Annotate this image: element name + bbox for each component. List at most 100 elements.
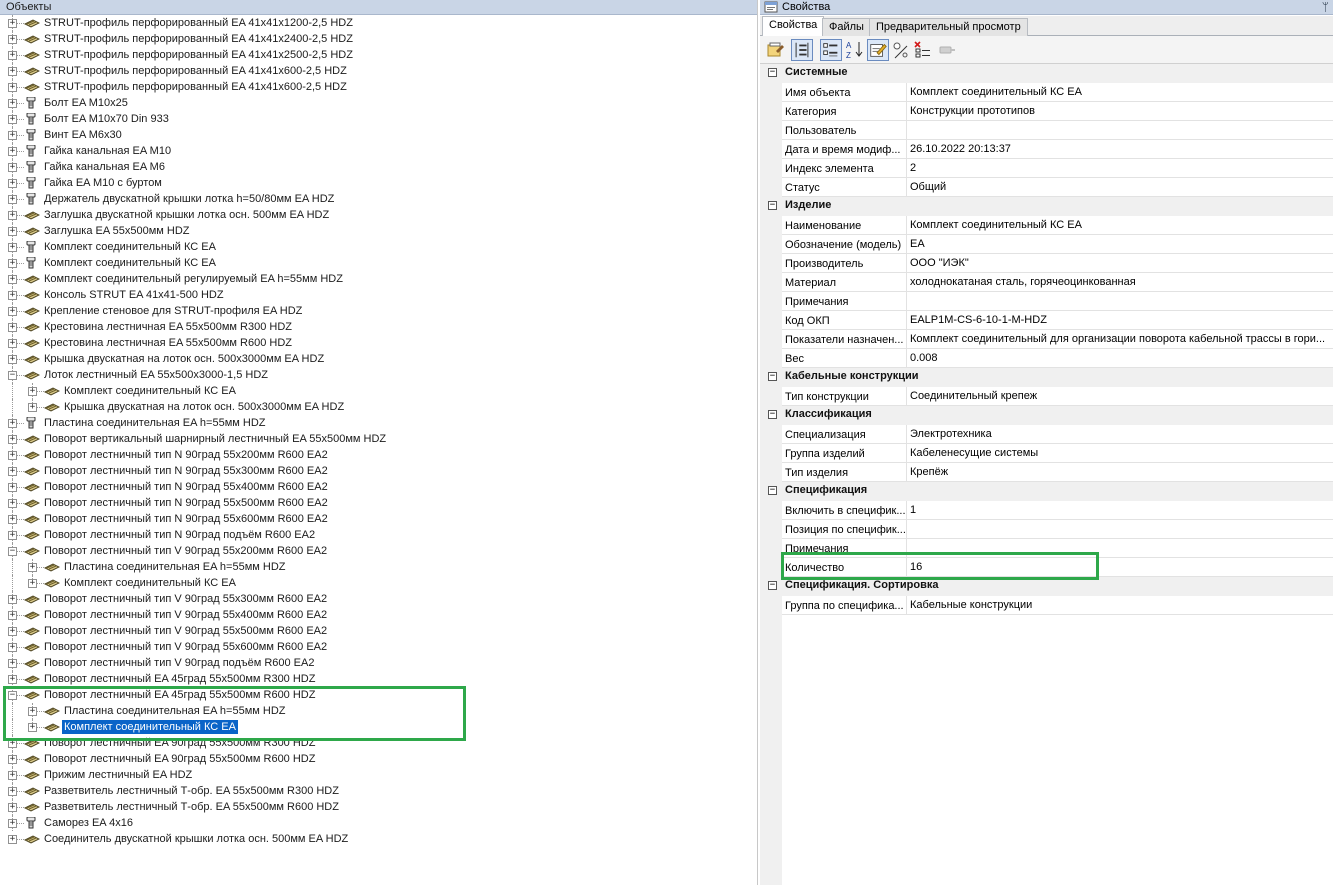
- expand-icon[interactable]: +: [8, 419, 17, 428]
- expand-icon[interactable]: +: [8, 323, 17, 332]
- property-row[interactable]: Примечания: [782, 539, 1333, 558]
- expand-icon[interactable]: +: [8, 19, 17, 28]
- tab-preview[interactable]: Предварительный просмотр: [869, 18, 1028, 36]
- tree-item-label[interactable]: Саморез EA 4x16: [42, 815, 135, 831]
- collapse-icon[interactable]: −: [768, 486, 777, 495]
- tree-item[interactable]: + Саморез EA 4x16: [0, 815, 757, 831]
- property-row[interactable]: Группа по специфика... Кабельные конструк…: [782, 596, 1333, 615]
- property-category[interactable]: − Кабельные конструкции: [760, 368, 1333, 387]
- property-value[interactable]: ООО "ИЭК": [910, 254, 1333, 273]
- property-row[interactable]: Категория Конструкции прототипов: [782, 102, 1333, 121]
- tree-item-label[interactable]: Поворот лестничный тип V 90град 55x200мм…: [42, 543, 329, 559]
- add-property-icon[interactable]: [890, 39, 912, 61]
- tree-item-label[interactable]: STRUT-профиль перфорированный EA 41x41x6…: [42, 63, 349, 79]
- property-value[interactable]: Конструкции прототипов: [910, 102, 1333, 121]
- tree-item-label[interactable]: Лоток лестничный EA 55x500x3000-1,5 HDZ: [42, 367, 270, 383]
- tree-item[interactable]: + Разветвитель лестничный Т-обр. EA 55x50…: [0, 783, 757, 799]
- tree-item[interactable]: + Крышка двускатная на лоток осн. 500x300…: [0, 351, 757, 367]
- property-row[interactable]: Показатели назначен... Комплект соедините…: [782, 330, 1333, 349]
- tree-item[interactable]: + Поворот лестничный тип V 90град 55x400м…: [0, 607, 757, 623]
- sort-by-column-icon[interactable]: [791, 39, 813, 61]
- tree-item-label[interactable]: Поворот вертикальный шарнирный лестничны…: [42, 431, 388, 447]
- expand-icon[interactable]: +: [8, 211, 17, 220]
- property-value[interactable]: Комплект соединительный КС EA: [910, 216, 1333, 235]
- expand-icon[interactable]: +: [8, 275, 17, 284]
- tree-item[interactable]: + Пластина соединительная EA h=55мм HDZ: [0, 415, 757, 431]
- tree-item[interactable]: + Поворот лестничный тип N 90град 55x300м…: [0, 463, 757, 479]
- property-value[interactable]: Кабельные конструкции: [910, 596, 1333, 615]
- expand-icon[interactable]: +: [8, 451, 17, 460]
- property-category[interactable]: − Системные: [760, 64, 1333, 83]
- tree-item-label[interactable]: Болт EA M10x25: [42, 95, 130, 111]
- property-row[interactable]: Специализация Электротехника: [782, 425, 1333, 444]
- tree-item[interactable]: + Винт EA M6x30: [0, 127, 757, 143]
- tree-item-label[interactable]: Разветвитель лестничный Т-обр. EA 55x500…: [42, 799, 341, 815]
- tree-item-label[interactable]: Поворот лестничный тип N 90град 55x200мм…: [42, 447, 330, 463]
- tree-item[interactable]: + Разветвитель лестничный Т-обр. EA 55x50…: [0, 799, 757, 815]
- property-row[interactable]: Обозначение (модель) EA: [782, 235, 1333, 254]
- tree-item-label[interactable]: Поворот лестничный тип N 90град 55x300мм…: [42, 463, 330, 479]
- tree-item[interactable]: + Прижим лестничный EA HDZ: [0, 767, 757, 783]
- tree-item-label[interactable]: Крышка двускатная на лоток осн. 500x3000…: [62, 399, 346, 415]
- expand-icon[interactable]: +: [8, 659, 17, 668]
- tree-item[interactable]: + Крестовина лестничная EA 55x500мм R300 …: [0, 319, 757, 335]
- property-value[interactable]: EA: [910, 235, 1333, 254]
- property-value[interactable]: 26.10.2022 20:13:37: [910, 140, 1333, 159]
- tree-item[interactable]: + Поворот лестничный тип N 90град 55x200м…: [0, 447, 757, 463]
- tree-item[interactable]: + Комплект соединительный регулируемый EA…: [0, 271, 757, 287]
- property-value[interactable]: 0.008: [910, 349, 1333, 368]
- expand-icon[interactable]: +: [8, 243, 17, 252]
- tree-item-label[interactable]: Поворот лестничный тип N 90град подъём R…: [42, 527, 317, 543]
- tree-item-label[interactable]: Поворот лестничный тип N 90град 55x400мм…: [42, 479, 330, 495]
- tree-child-item[interactable]: + Комплект соединительный КС EA: [0, 383, 757, 399]
- expand-icon[interactable]: +: [28, 403, 37, 412]
- tree-item-label[interactable]: Поворот лестничный тип V 90град 55x500мм…: [42, 623, 329, 639]
- expand-icon[interactable]: +: [8, 755, 17, 764]
- expand-icon[interactable]: +: [8, 35, 17, 44]
- expand-icon[interactable]: +: [8, 227, 17, 236]
- tree-item-label[interactable]: Поворот лестничный тип N 90град 55x600мм…: [42, 511, 330, 527]
- tree-item-label[interactable]: Винт EA M6x30: [42, 127, 124, 143]
- property-row[interactable]: Производитель ООО "ИЭК": [782, 254, 1333, 273]
- expand-icon[interactable]: +: [8, 819, 17, 828]
- tree-item[interactable]: + STRUT-профиль перфорированный EA 41x41x…: [0, 63, 757, 79]
- tree-item[interactable]: − Поворот лестничный тип V 90град 55x200м…: [0, 543, 757, 559]
- tree-item-label[interactable]: Комплект соединительный регулируемый EA …: [42, 271, 345, 287]
- property-value[interactable]: Общий: [910, 178, 1333, 197]
- property-row[interactable]: Количество 16: [782, 558, 1333, 577]
- expand-icon[interactable]: +: [28, 563, 37, 572]
- tree-child-item[interactable]: + Пластина соединительная EA h=55мм HDZ: [0, 559, 757, 575]
- tree-item[interactable]: + Заглушка двускатной крышки лотка осн. 5…: [0, 207, 757, 223]
- property-value[interactable]: Комплект соединительный для организации …: [910, 330, 1333, 349]
- property-category[interactable]: − Спецификация: [760, 482, 1333, 501]
- property-value[interactable]: Крепёж: [910, 463, 1333, 482]
- tree-item[interactable]: − Лоток лестничный EA 55x500x3000-1,5 HDZ: [0, 367, 757, 383]
- property-value[interactable]: холоднокатаная сталь, горячеоцинкованная: [910, 273, 1333, 292]
- tree-item-label[interactable]: Комплект соединительный КС EA: [62, 720, 238, 734]
- alphabetical-sort-icon[interactable]: A Z: [844, 39, 866, 61]
- property-row[interactable]: Индекс элемента 2: [782, 159, 1333, 178]
- property-row[interactable]: Статус Общий: [782, 178, 1333, 197]
- properties-page-icon[interactable]: [764, 39, 786, 61]
- expand-icon[interactable]: +: [8, 515, 17, 524]
- edit-icon[interactable]: [867, 39, 889, 61]
- property-row[interactable]: Вес 0.008: [782, 349, 1333, 368]
- tree-item[interactable]: + Комплект соединительный КС EA: [0, 255, 757, 271]
- tree-item-label[interactable]: Поворот лестничный тип V 90град 55x300мм…: [42, 591, 329, 607]
- tree-item[interactable]: + Поворот вертикальный шарнирный лестничн…: [0, 431, 757, 447]
- expand-icon[interactable]: +: [8, 499, 17, 508]
- tree-item-label[interactable]: Поворот лестничный EA 45град 55x500мм R3…: [42, 671, 317, 687]
- property-row[interactable]: Тип изделия Крепёж: [782, 463, 1333, 482]
- property-value[interactable]: [910, 292, 1333, 311]
- expand-icon[interactable]: +: [8, 259, 17, 268]
- tree-item-label[interactable]: Пластина соединительная EA h=55мм HDZ: [62, 703, 287, 719]
- tree-item[interactable]: + Комплект соединительный КС EA: [0, 239, 757, 255]
- property-row[interactable]: Примечания: [782, 292, 1333, 311]
- tree-item[interactable]: + Поворот лестничный тип V 90град 55x500м…: [0, 623, 757, 639]
- expand-icon[interactable]: +: [8, 483, 17, 492]
- tree-item-label[interactable]: Поворот лестничный тип V 90град 55x400мм…: [42, 607, 329, 623]
- tree-item-label[interactable]: Разветвитель лестничный Т-обр. EA 55x500…: [42, 783, 341, 799]
- tree-item[interactable]: + Болт EA M10x70 Din 933: [0, 111, 757, 127]
- tree-item[interactable]: + Поворот лестничный тип N 90град 55x500м…: [0, 495, 757, 511]
- tree-item-label[interactable]: Гайка канальная EA M6: [42, 159, 167, 175]
